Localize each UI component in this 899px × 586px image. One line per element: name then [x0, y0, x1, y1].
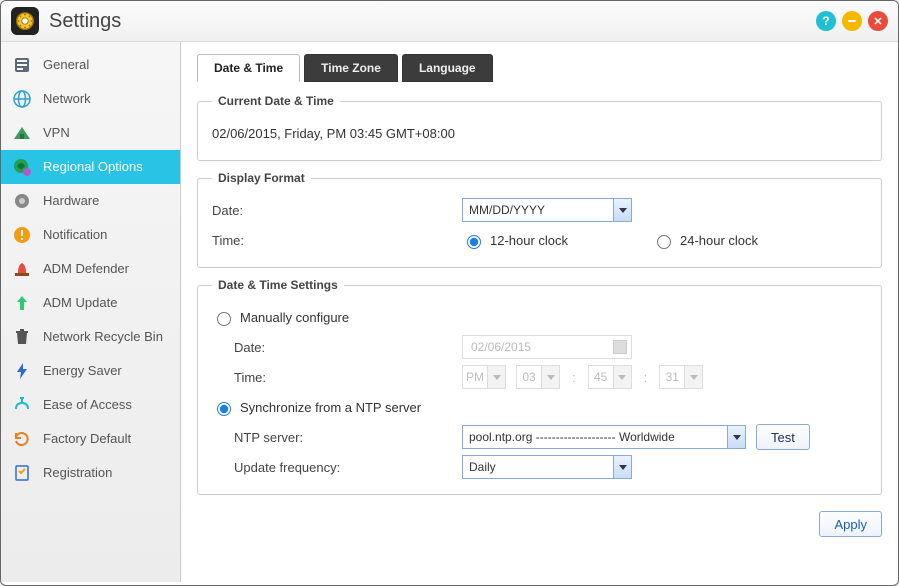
sidebar-item-label: Network Recycle Bin: [43, 330, 170, 345]
radio-12-hour-label: 12-hour clock: [490, 233, 568, 248]
general-icon: [11, 54, 33, 76]
manual-time-label: Time:: [234, 370, 452, 385]
sidebar-item-ease[interactable]: Ease of Access: [1, 388, 180, 422]
sidebar-item-network[interactable]: Network: [1, 82, 180, 116]
window-title: Settings: [49, 10, 816, 33]
factory-icon: [11, 428, 33, 450]
ntp-server-label: NTP server:: [234, 430, 452, 445]
sidebar-item-label: Factory Default: [43, 432, 170, 447]
sidebar-item-hardware[interactable]: Hardware: [1, 184, 180, 218]
sidebar-item-label: Registration: [43, 466, 170, 481]
sidebar-item-label: Energy Saver: [43, 364, 170, 379]
admupdate-icon: [11, 292, 33, 314]
regional-icon: [11, 156, 33, 178]
sidebar-item-label: ADM Defender: [43, 262, 170, 277]
tabbar: Date & TimeTime ZoneLanguage: [197, 54, 882, 82]
date-format-label: Date:: [212, 203, 452, 218]
time-format-label: Time:: [212, 233, 452, 248]
current-date-time-value: 02/06/2015, Friday, PM 03:45 GMT+08:00: [212, 126, 455, 141]
radio-ntp[interactable]: [217, 402, 231, 416]
apply-button[interactable]: Apply: [819, 511, 882, 537]
display-format-group: Display Format Date: MM/DD/YYYY Time: 12…: [197, 171, 882, 268]
vpn-icon: [11, 122, 33, 144]
settings-window: Settings ? General Network VPN Regional Opt…: [0, 0, 899, 586]
network-icon: [11, 88, 33, 110]
chevron-down-icon: [613, 199, 631, 221]
sidebar-item-label: Ease of Access: [43, 398, 170, 413]
chevron-down-icon: [727, 426, 745, 448]
second-select: 31: [659, 365, 703, 389]
hardware-icon: [11, 190, 33, 212]
radio-ntp-label: Synchronize from a NTP server: [240, 400, 421, 415]
ntp-server-select[interactable]: pool.ntp.org -------------------- Worldw…: [462, 425, 746, 449]
minimize-button[interactable]: [842, 11, 862, 31]
radio-24-hour-label: 24-hour clock: [680, 233, 758, 248]
sidebar-item-registration[interactable]: Registration: [1, 456, 180, 490]
tab-datetime[interactable]: Date & Time: [197, 54, 300, 82]
app-icon: [11, 7, 39, 35]
sidebar-item-label: VPN: [43, 126, 170, 141]
ampm-select: PM: [462, 365, 506, 389]
sidebar-item-label: Hardware: [43, 194, 170, 209]
chevron-down-icon: [613, 456, 631, 478]
close-button[interactable]: [868, 11, 888, 31]
radio-manual-label: Manually configure: [240, 310, 349, 325]
sidebar-item-regional[interactable]: Regional Options: [1, 150, 180, 184]
current-date-time-legend: Current Date & Time: [212, 94, 340, 108]
sidebar-item-energy[interactable]: Energy Saver: [1, 354, 180, 388]
sidebar-item-label: ADM Update: [43, 296, 170, 311]
sidebar-item-label: General: [43, 58, 170, 73]
sidebar: General Network VPN Regional Options Hardwar…: [1, 42, 181, 582]
sidebar-item-vpn[interactable]: VPN: [1, 116, 180, 150]
sidebar-item-notification[interactable]: Notification: [1, 218, 180, 252]
radio-12-hour[interactable]: [467, 235, 481, 249]
registration-icon: [11, 462, 33, 484]
content-pane: Date & TimeTime ZoneLanguage Current Dat…: [181, 42, 898, 582]
date-format-select[interactable]: MM/DD/YYYY: [462, 198, 632, 222]
date-time-settings-group: Date & Time Settings Manually configure …: [197, 278, 882, 495]
sidebar-item-recyclebin[interactable]: Network Recycle Bin: [1, 320, 180, 354]
footer: Apply: [197, 505, 882, 537]
recyclebin-icon: [11, 326, 33, 348]
sidebar-item-admupdate[interactable]: ADM Update: [1, 286, 180, 320]
help-button[interactable]: ?: [816, 11, 836, 31]
sidebar-item-label: Notification: [43, 228, 170, 243]
ease-icon: [11, 394, 33, 416]
calendar-icon: [613, 340, 627, 354]
sidebar-item-label: Network: [43, 92, 170, 107]
current-date-time-group: Current Date & Time 02/06/2015, Friday, …: [197, 94, 882, 161]
radio-manual[interactable]: [217, 312, 231, 326]
sidebar-item-admdefender[interactable]: ADM Defender: [1, 252, 180, 286]
minute-select: 45: [588, 365, 632, 389]
hour-select: 03: [516, 365, 560, 389]
admdefender-icon: [11, 258, 33, 280]
manual-date-label: Date:: [234, 340, 452, 355]
test-button[interactable]: Test: [756, 424, 810, 450]
notification-icon: [11, 224, 33, 246]
tab-timezone[interactable]: Time Zone: [304, 54, 398, 82]
update-frequency-label: Update frequency:: [234, 460, 452, 475]
tab-language[interactable]: Language: [402, 54, 493, 82]
sidebar-item-factory[interactable]: Factory Default: [1, 422, 180, 456]
sidebar-item-label: Regional Options: [43, 160, 170, 175]
titlebar: Settings ?: [1, 1, 898, 42]
date-time-settings-legend: Date & Time Settings: [212, 278, 344, 292]
update-frequency-select[interactable]: Daily: [462, 455, 632, 479]
display-format-legend: Display Format: [212, 171, 311, 185]
sidebar-item-general[interactable]: General: [1, 48, 180, 82]
radio-24-hour[interactable]: [657, 235, 671, 249]
manual-date-input: 02/06/2015: [462, 335, 632, 359]
energy-icon: [11, 360, 33, 382]
